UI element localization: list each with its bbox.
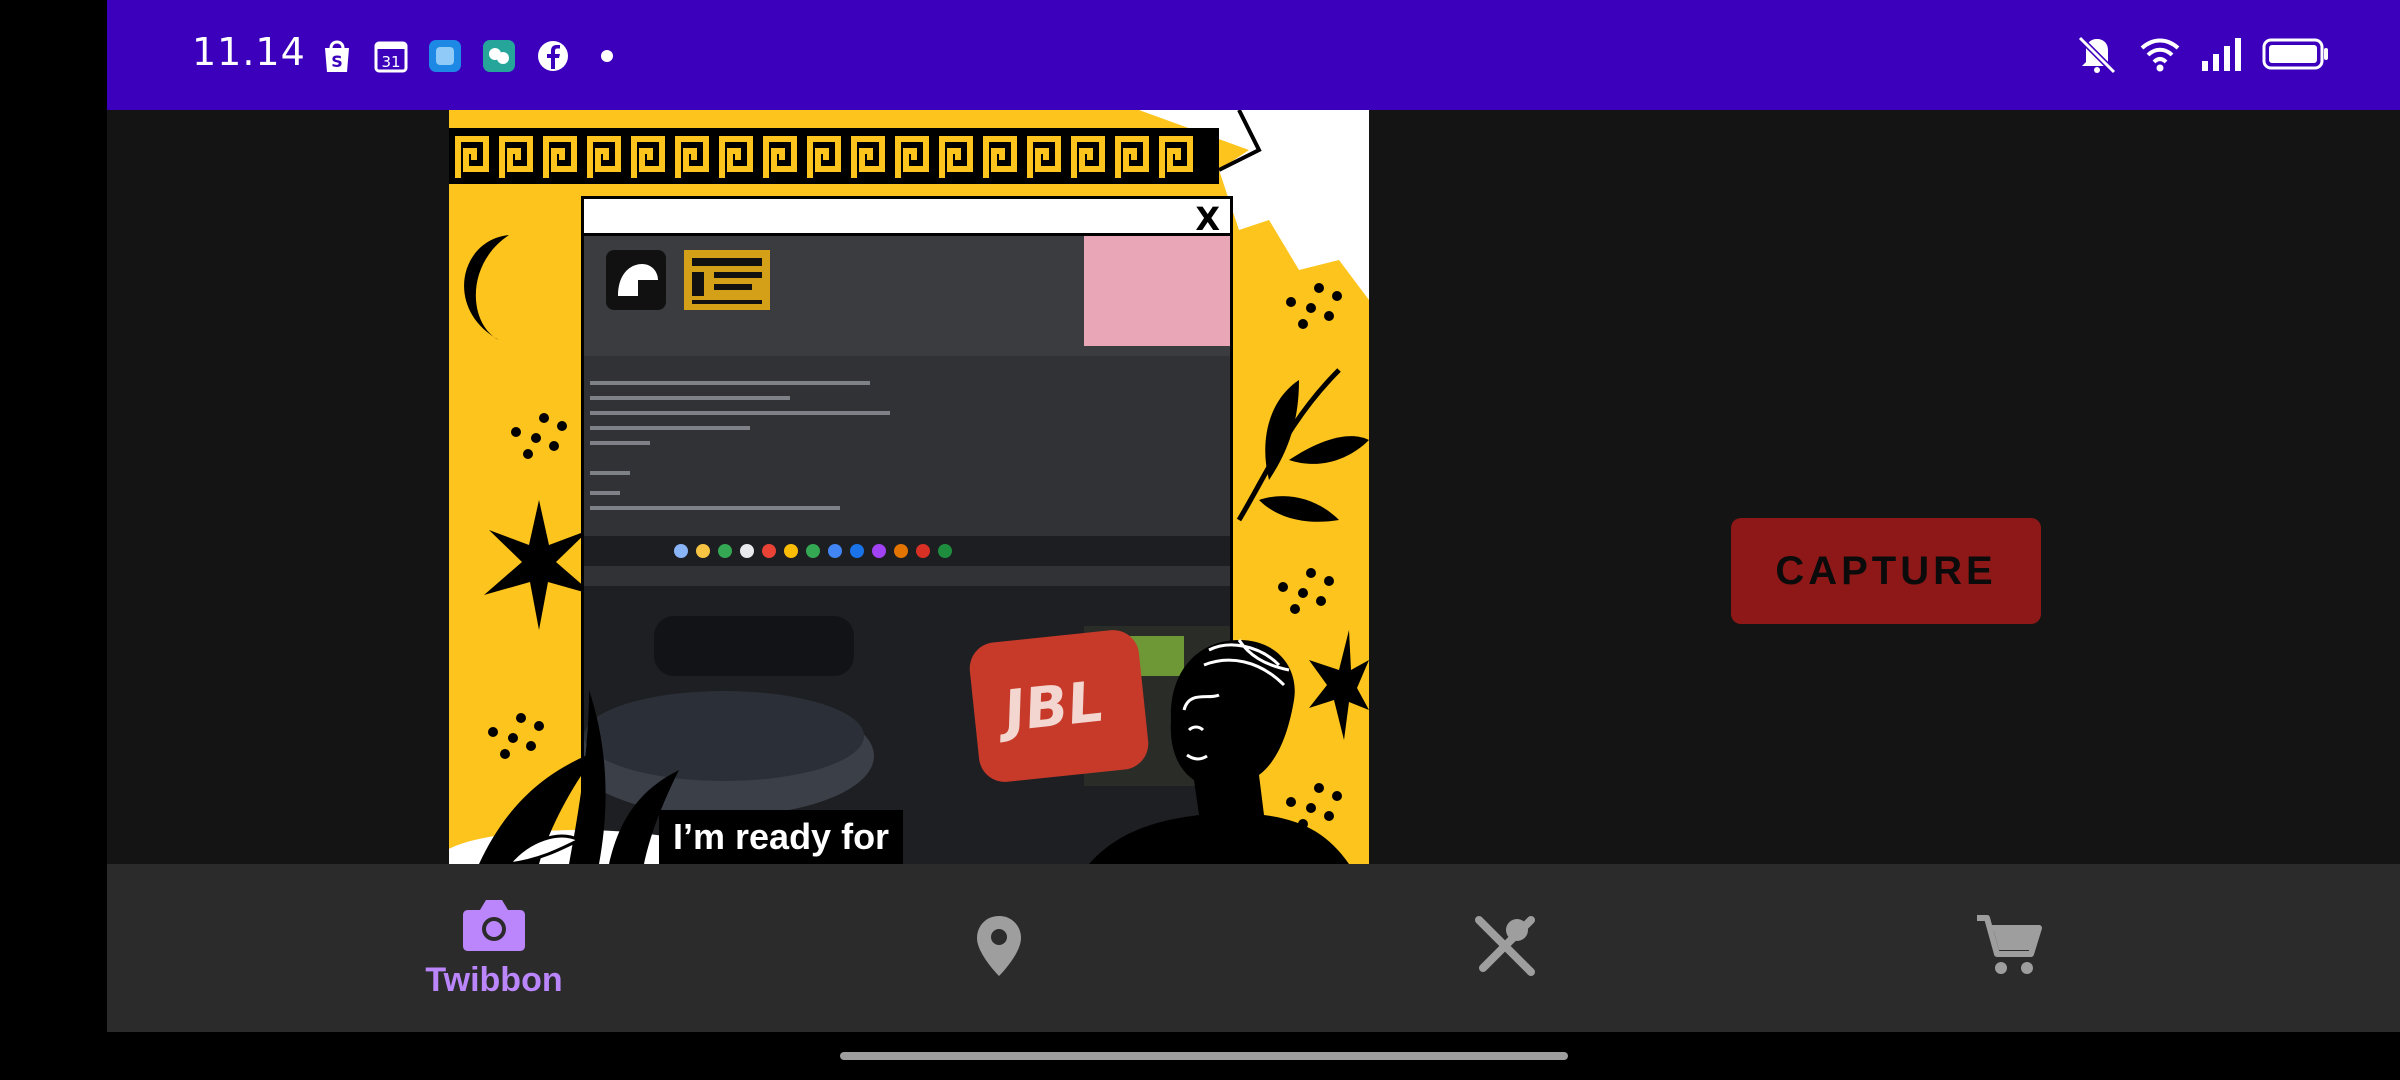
dots-decoration-4 <box>1278 568 1334 614</box>
statue-bust-decoration <box>1089 639 1349 864</box>
facebook-icon <box>533 36 573 76</box>
svg-text:S: S <box>331 52 343 71</box>
taskbar-app-icon <box>894 544 908 558</box>
status-time: 11.14 <box>192 30 306 74</box>
terminal-line <box>590 381 870 385</box>
nav-item-food[interactable] <box>1355 864 1655 1032</box>
nav-item-twibbon[interactable]: Twibbon <box>344 864 644 1032</box>
restaurant-icon <box>1473 914 1537 983</box>
more-dot-icon <box>587 36 627 76</box>
system-icons <box>2074 34 2330 79</box>
taskbar-app-icon <box>696 544 710 558</box>
moon-decoration <box>464 235 509 340</box>
left-edge-bar <box>0 0 107 1080</box>
wifi-icon <box>2140 36 2180 77</box>
terminal-line <box>590 441 650 445</box>
taskbar-app-icon <box>828 544 842 558</box>
dots-decoration-3 <box>1286 283 1342 329</box>
signal-icon <box>2200 37 2242 76</box>
taskbar-app-icon <box>762 544 776 558</box>
terminal-line <box>590 411 890 415</box>
taskbar-app-icon <box>806 544 820 558</box>
taskbar-app-icon <box>674 544 688 558</box>
taskbar-app-icon <box>916 544 930 558</box>
shopee-icon: S <box>317 36 357 76</box>
camera-icon <box>462 896 526 957</box>
notification-icons: S 31 <box>317 36 627 76</box>
desktop-taskbar <box>584 536 1230 566</box>
gesture-bar-area <box>107 1032 2400 1080</box>
calendar-icon: 31 <box>371 36 411 76</box>
home-indicator[interactable] <box>840 1052 1568 1060</box>
battery-icon <box>2262 38 2330 75</box>
bottom-navigation: Twibbon <box>107 864 2400 1032</box>
taskbar-app-icon <box>740 544 754 558</box>
app-icon <box>425 36 465 76</box>
department-logo <box>684 250 770 310</box>
taskbar-app-icon <box>872 544 886 558</box>
status-bar: 11.14 S 31 <box>107 0 2400 110</box>
location-pin-icon <box>975 914 1023 983</box>
window-close-label: X <box>1195 200 1220 238</box>
nav-item-location[interactable] <box>849 864 1149 1032</box>
mute-icon <box>2074 34 2120 79</box>
wechat-icon <box>479 36 519 76</box>
greek-key-pattern <box>449 128 1219 184</box>
terminal-line <box>590 426 750 430</box>
window-titlebar: X <box>581 196 1233 238</box>
calendar-day-text: 31 <box>381 53 400 71</box>
leaf-decoration <box>1236 368 1369 522</box>
cart-icon <box>1975 914 2043 983</box>
dots-decoration <box>511 413 567 459</box>
taskbar-app-icon <box>784 544 798 558</box>
terminal-line <box>590 491 620 495</box>
terminal-line <box>590 471 630 475</box>
capture-button[interactable]: CAPTURE <box>1731 518 2041 624</box>
nav-label-twibbon: Twibbon <box>425 961 563 999</box>
main-area: X JBL I’m ready for CAPTURE <box>107 110 2400 864</box>
terminal-line <box>590 506 840 510</box>
taskbar-app-icon <box>718 544 732 558</box>
taskbar-app-icon <box>938 544 952 558</box>
taskbar-app-icon <box>850 544 864 558</box>
twibbon-caption: I’m ready for <box>659 810 904 864</box>
nav-item-cart[interactable] <box>1859 864 2159 1032</box>
pink-window <box>1084 236 1230 346</box>
terminal-line <box>590 396 790 400</box>
star-decoration <box>484 500 594 630</box>
twibbon-preview: X JBL I’m ready for <box>449 110 1369 864</box>
campus-logo <box>606 250 666 310</box>
